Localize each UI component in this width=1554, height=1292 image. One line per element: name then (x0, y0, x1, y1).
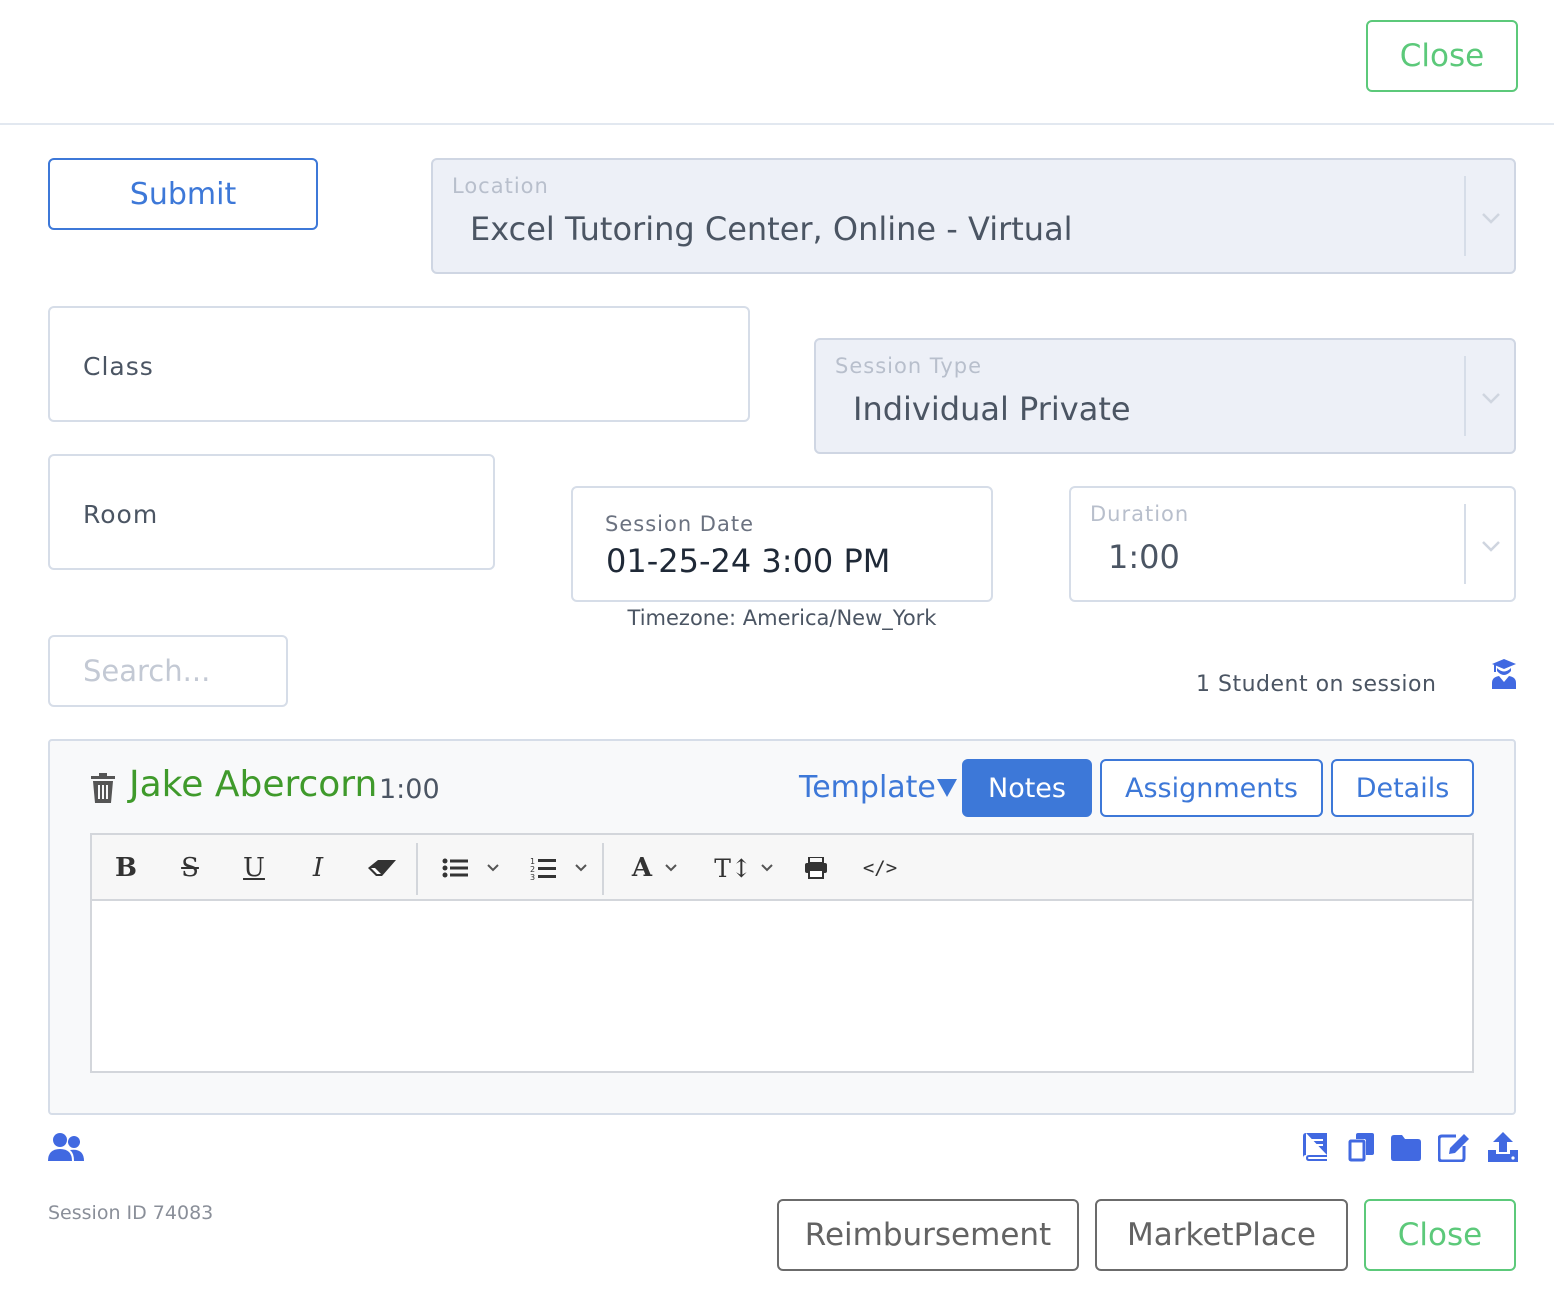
upload-icon[interactable] (1488, 1132, 1518, 1162)
duration-value: 1:00 (1108, 538, 1180, 576)
chevron-down-icon[interactable] (1481, 388, 1501, 408)
close-button-top[interactable]: Close (1366, 20, 1518, 92)
session-date-value: 01-25-24 3:00 PM (606, 542, 891, 580)
template-label: Template (799, 770, 936, 805)
session-type-divider (1464, 356, 1466, 436)
student-count-text: 1 Student on session (1196, 672, 1437, 697)
italic-icon[interactable]: I (302, 851, 334, 885)
trash-icon[interactable] (91, 773, 115, 803)
session-date-label: Session Date (605, 512, 754, 536)
code-view-icon[interactable]: </> (863, 851, 897, 885)
bold-icon[interactable]: B (110, 851, 142, 885)
location-select[interactable]: Location Excel Tutoring Center, Online -… (431, 158, 1516, 274)
session-date-field[interactable]: Session Date 01-25-24 3:00 PM (571, 486, 993, 602)
student-name[interactable]: Jake Abercorn (129, 764, 377, 805)
duration-label: Duration (1090, 502, 1190, 526)
location-label: Location (452, 174, 549, 198)
font-color-icon[interactable]: A (626, 851, 690, 885)
editor-content-area[interactable] (92, 901, 1472, 1071)
graduate-icon[interactable] (1490, 659, 1518, 689)
location-value: Excel Tutoring Center, Online - Virtual (470, 210, 1073, 248)
tab-assignments[interactable]: Assignments (1100, 759, 1323, 817)
unordered-list-icon[interactable] (440, 851, 504, 885)
session-type-select[interactable]: Session Type Individual Private (814, 338, 1516, 454)
eraser-icon[interactable] (366, 851, 398, 885)
caret-down-icon (936, 778, 957, 797)
chevron-down-icon[interactable] (1481, 208, 1501, 228)
print-icon[interactable] (800, 851, 832, 885)
submit-button[interactable]: Submit (48, 158, 318, 230)
notes-editor: B S U I 1 2 3 A T↕ </> (90, 833, 1474, 1073)
close-button-bottom[interactable]: Close (1364, 1199, 1516, 1271)
editor-toolbar: B S U I 1 2 3 A T↕ </> (92, 835, 1472, 901)
student-search-input[interactable] (48, 635, 288, 707)
folder-icon[interactable] (1391, 1135, 1421, 1161)
underline-icon[interactable]: U (238, 851, 270, 885)
users-icon[interactable] (48, 1133, 84, 1161)
location-select-divider (1464, 176, 1466, 256)
timezone-text: Timezone: America/New_York (627, 606, 937, 630)
duration-select[interactable]: Duration 1:00 (1069, 486, 1516, 602)
room-field[interactable]: Room (48, 454, 495, 570)
tab-notes[interactable]: Notes (962, 759, 1092, 817)
copy-icon[interactable] (1348, 1133, 1374, 1162)
chevron-down-icon[interactable] (1481, 536, 1501, 556)
class-field[interactable]: Class (48, 306, 750, 422)
tab-details[interactable]: Details (1331, 759, 1474, 817)
strikethrough-icon[interactable]: S (174, 851, 206, 885)
class-placeholder: Class (83, 352, 154, 381)
font-size-icon[interactable]: T↕ (712, 851, 782, 885)
duration-divider (1464, 504, 1466, 584)
ordered-list-icon[interactable]: 1 2 3 (528, 851, 592, 885)
session-type-label: Session Type (835, 354, 983, 378)
toolbar-separator (416, 843, 418, 895)
student-duration: 1:00 (379, 774, 440, 805)
toolbar-separator (602, 843, 604, 895)
marketplace-button[interactable]: MarketPlace (1095, 1199, 1348, 1271)
session-type-value: Individual Private (853, 390, 1131, 428)
book-icon[interactable] (1303, 1133, 1329, 1161)
reimbursement-button[interactable]: Reimbursement (777, 1199, 1079, 1271)
edit-icon[interactable] (1438, 1132, 1470, 1162)
room-placeholder: Room (83, 500, 159, 529)
template-dropdown[interactable]: Template (799, 770, 957, 805)
header-divider (0, 123, 1554, 125)
svg-text:3: 3 (530, 873, 535, 880)
session-id-text: Session ID 74083 (48, 1202, 214, 1224)
